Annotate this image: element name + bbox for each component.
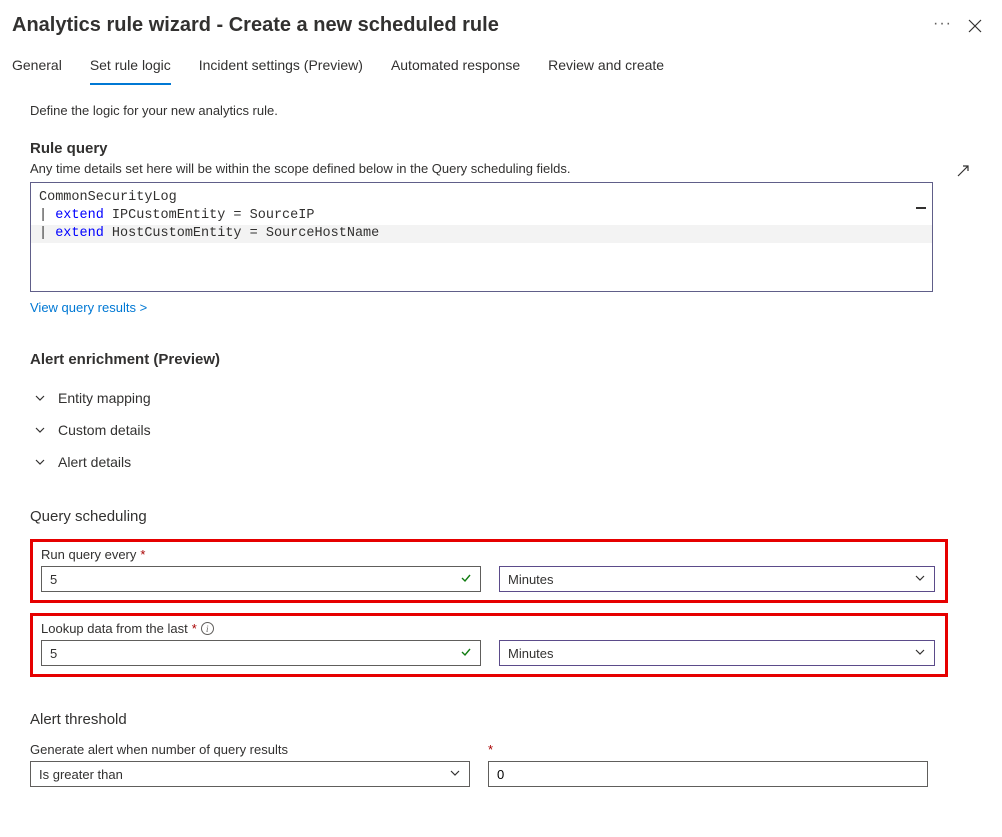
accordion-label: Entity mapping bbox=[58, 390, 151, 406]
required-indicator: * bbox=[192, 621, 197, 636]
intro-text: Define the logic for your new analytics … bbox=[30, 103, 972, 118]
lookup-data-unit-select[interactable]: Minutes bbox=[499, 640, 935, 666]
alert-threshold-operator-select[interactable]: Is greater than bbox=[30, 761, 470, 787]
query-line-1: CommonSecurityLog bbox=[39, 190, 177, 205]
rule-query-title: Rule query bbox=[30, 140, 972, 157]
accordion-label: Custom details bbox=[58, 422, 151, 438]
valid-check-icon bbox=[460, 646, 472, 661]
chevron-down-icon bbox=[914, 646, 926, 661]
tab-incident-settings[interactable]: Incident settings (Preview) bbox=[199, 51, 363, 85]
alert-threshold-label: Generate alert when number of query resu… bbox=[30, 742, 470, 757]
required-indicator: * bbox=[488, 742, 928, 757]
run-query-every-value-input[interactable]: 5 bbox=[41, 566, 481, 592]
accordion-entity-mapping[interactable]: Entity mapping bbox=[30, 382, 972, 414]
chevron-down-icon bbox=[914, 572, 926, 587]
run-query-every-label: Run query every bbox=[41, 547, 136, 562]
lookup-data-label: Lookup data from the last bbox=[41, 621, 188, 636]
lookup-data-value-input[interactable]: 5 bbox=[41, 640, 481, 666]
view-query-results-link[interactable]: View query results > bbox=[30, 300, 147, 315]
run-query-every-group: Run query every * 5 Minutes bbox=[30, 539, 948, 603]
chevron-down-icon bbox=[34, 392, 46, 404]
collapse-region-icon[interactable] bbox=[916, 207, 926, 209]
query-editor[interactable]: CommonSecurityLog | extend IPCustomEntit… bbox=[30, 182, 933, 292]
tab-general[interactable]: General bbox=[12, 51, 62, 85]
query-scheduling-title: Query scheduling bbox=[30, 508, 972, 525]
rule-query-subtitle: Any time details set here will be within… bbox=[30, 161, 972, 176]
tab-automated-response[interactable]: Automated response bbox=[391, 51, 520, 85]
expand-editor-icon[interactable] bbox=[956, 164, 970, 181]
accordion-custom-details[interactable]: Custom details bbox=[30, 414, 972, 446]
more-actions-icon[interactable]: ··· bbox=[933, 16, 952, 32]
tab-set-rule-logic[interactable]: Set rule logic bbox=[90, 51, 171, 85]
tab-review-create[interactable]: Review and create bbox=[548, 51, 664, 85]
wizard-tabs: General Set rule logic Incident settings… bbox=[0, 41, 1002, 85]
chevron-down-icon bbox=[34, 456, 46, 468]
alert-threshold-title: Alert threshold bbox=[30, 711, 972, 728]
close-icon[interactable] bbox=[968, 19, 982, 33]
alert-threshold-value-input[interactable] bbox=[488, 761, 928, 787]
chevron-down-icon bbox=[34, 424, 46, 436]
accordion-alert-details[interactable]: Alert details bbox=[30, 446, 972, 478]
lookup-data-group: Lookup data from the last * i 5 Minutes bbox=[30, 613, 948, 677]
alert-enrichment-title: Alert enrichment (Preview) bbox=[30, 351, 972, 368]
page-title: Analytics rule wizard - Create a new sch… bbox=[12, 14, 499, 37]
run-query-every-unit-select[interactable]: Minutes bbox=[499, 566, 935, 592]
required-indicator: * bbox=[140, 547, 145, 562]
panel-header: Analytics rule wizard - Create a new sch… bbox=[0, 0, 1002, 41]
accordion-label: Alert details bbox=[58, 454, 131, 470]
info-icon[interactable]: i bbox=[201, 622, 214, 635]
chevron-down-icon bbox=[449, 767, 461, 782]
valid-check-icon bbox=[460, 572, 472, 587]
